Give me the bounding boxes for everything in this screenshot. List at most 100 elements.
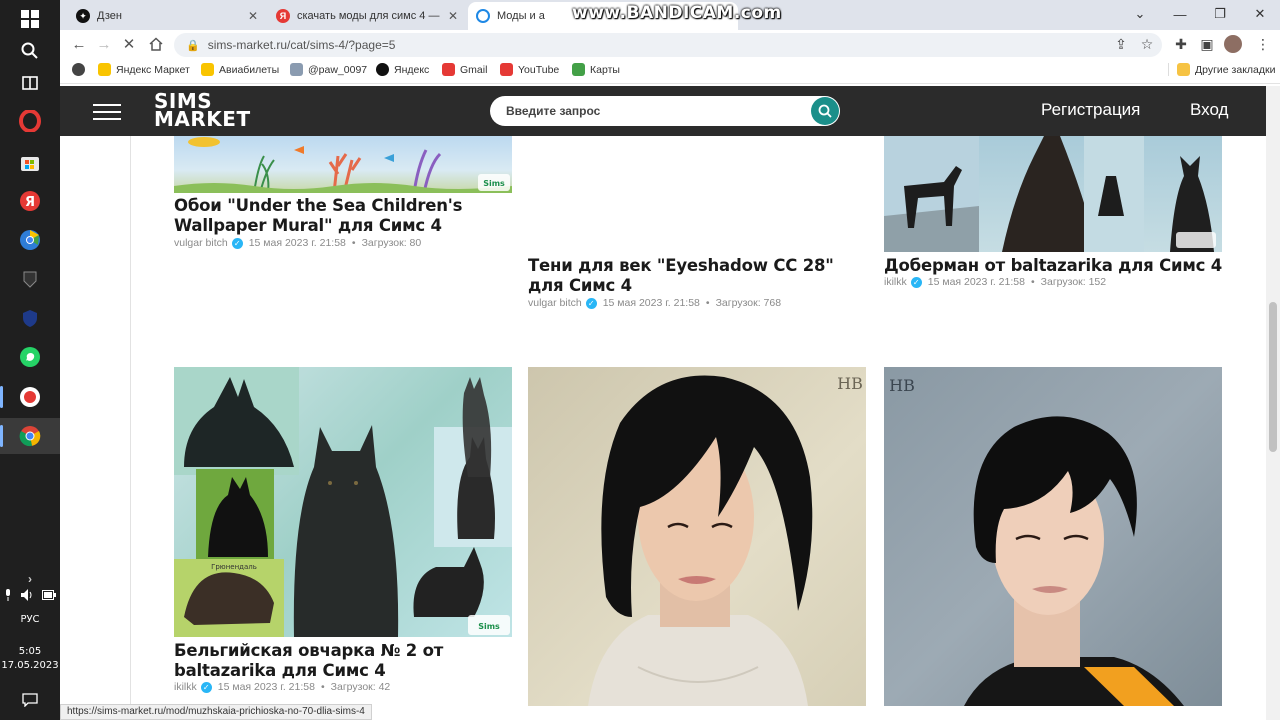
back-icon[interactable]: ← (68, 34, 90, 54)
bookmark-yandex-market[interactable]: Яндекс Маркет (98, 63, 190, 76)
store-icon[interactable] (16, 148, 44, 176)
globe-icon (72, 63, 85, 76)
whatsapp-icon[interactable] (16, 343, 44, 371)
bandicam-watermark: www.BANDICAM.com (572, 3, 782, 23)
chromium-icon[interactable] (16, 226, 44, 254)
record-icon[interactable] (16, 383, 44, 411)
gmail-icon (442, 63, 455, 76)
card-title-eyeshadow[interactable]: Тени для век "Eyeshadow CC 28" для Симс … (528, 256, 868, 296)
card-meta-doberman: ikilkk ✓ 15 мая 2023 г. 21:58 • Загрузок… (884, 276, 1107, 288)
sims-market-logo[interactable]: SIMS MARKET (154, 91, 251, 129)
hamburger-menu-icon[interactable] (93, 99, 121, 123)
author-link[interactable]: vulgar bitch (174, 237, 228, 249)
card-meta-under-the-sea: vulgar bitch ✓ 15 мая 2023 г. 21:58 • За… (174, 237, 422, 249)
stop-loading-icon[interactable]: ✕ (118, 34, 140, 54)
clock-time[interactable]: 5:05 (0, 646, 60, 657)
windows-taskbar: Я › РУС 5:05 17.05.2023 (0, 0, 60, 720)
extensions-icon[interactable]: ✚ (1170, 34, 1192, 54)
close-tab-icon[interactable]: ✕ (248, 9, 258, 23)
hb-watermark: HB (889, 376, 915, 395)
bookmark-other[interactable]: Другие закладки (1168, 63, 1275, 76)
clock-date[interactable]: 17.05.2023 (0, 660, 60, 671)
card-downloads: Загрузок: 80 (361, 237, 422, 249)
bookmark-yandex[interactable]: Яндекс (376, 63, 429, 76)
tab-title: Дзен (97, 10, 122, 22)
card-date: 15 мая 2023 г. 21:58 (217, 681, 315, 693)
youtube-icon (500, 63, 513, 76)
folder-icon (1177, 63, 1190, 76)
microphone-icon[interactable] (4, 589, 12, 601)
scrollbar-thumb[interactable] (1269, 302, 1277, 452)
tab-title: скачать моды для симс 4 — Янд (297, 10, 442, 22)
game-icon[interactable] (16, 265, 44, 293)
card-image-hairstyle-male[interactable]: HB (884, 367, 1222, 706)
maximize-icon[interactable]: ❐ (1200, 0, 1240, 28)
side-panel-icon[interactable]: ▣ (1196, 34, 1218, 54)
svg-text:Sims: Sims (483, 179, 505, 188)
close-window-icon[interactable]: ✕ (1240, 0, 1280, 28)
system-tray (4, 588, 56, 602)
chrome-icon[interactable] (16, 422, 44, 450)
home-icon[interactable] (145, 34, 167, 54)
active-app-indicator (0, 425, 3, 447)
catalog-grid: Sims Обои "Under the Sea Children's Wall… (60, 136, 1266, 706)
card-title-doberman[interactable]: Доберман от baltazarika для Симс 4 (884, 256, 1229, 276)
page-scrollbar[interactable] (1266, 86, 1280, 720)
card-image-hairstyle-female[interactable]: HB (528, 367, 866, 706)
tab-dzen[interactable]: ✦ Дзен ✕ (68, 2, 266, 30)
chrome-window: ✦ Дзен ✕ Я скачать моды для симс 4 — Янд… (60, 0, 1280, 720)
browser-toolbar: ← → ✕ 🔒 sims-market.ru/cat/sims-4/?page=… (60, 30, 1280, 58)
author-link[interactable]: vulgar bitch (528, 297, 582, 309)
tab-search-chevron-icon[interactable]: ⌄ (1120, 0, 1160, 28)
site-header: SIMS MARKET Регистрация Вход (60, 86, 1266, 136)
dog-photo-caption: Грюнендаль (211, 563, 257, 571)
address-url[interactable]: sims-market.ru/cat/sims-4/?page=5 (208, 38, 396, 52)
card-title-belgian-shepherd[interactable]: Бельгийская овчарка № 2 от baltazarika д… (174, 641, 504, 681)
card-date: 15 мая 2023 г. 21:58 (248, 237, 346, 249)
close-tab-icon[interactable]: ✕ (448, 9, 458, 23)
minimize-icon[interactable]: — (1160, 0, 1200, 28)
yandex-browser-icon[interactable]: Я (16, 187, 44, 215)
bookmark-maps[interactable]: Карты (572, 63, 620, 76)
task-view-icon[interactable] (16, 69, 44, 97)
bookmark-paw[interactable]: @paw_0097 (290, 63, 367, 76)
yandex-icon (376, 63, 389, 76)
profile-avatar[interactable] (1222, 34, 1244, 54)
opera-icon[interactable] (16, 107, 44, 135)
windows-start-icon[interactable] (16, 5, 44, 33)
bookmark-star-icon[interactable]: ☆ (1136, 34, 1158, 54)
card-image-doberman[interactable] (884, 136, 1222, 252)
battery-icon[interactable] (42, 590, 56, 600)
author-link[interactable]: ikilkk (884, 276, 907, 288)
search-icon[interactable] (16, 37, 44, 65)
volume-icon[interactable] (20, 589, 34, 601)
forward-icon[interactable]: → (93, 34, 115, 54)
tab-yandex-search[interactable]: Я скачать моды для симс 4 — Янд ✕ (268, 2, 466, 30)
status-bar-url: https://sims-market.ru/mod/muzhskaia-pri… (60, 704, 372, 720)
shield-icon[interactable] (16, 304, 44, 332)
address-bar[interactable]: 🔒 sims-market.ru/cat/sims-4/?page=5 (174, 33, 1162, 57)
bookmark-apps[interactable] (72, 63, 90, 76)
yandex-market-icon (98, 63, 111, 76)
menu-kebab-icon[interactable]: ⋮ (1252, 34, 1274, 54)
notification-icon[interactable] (16, 686, 44, 714)
lock-icon[interactable]: 🔒 (186, 39, 200, 52)
plane-icon (201, 63, 214, 76)
card-image-belgian-shepherd[interactable]: Грюнендаль Sims (174, 367, 512, 637)
search-button[interactable] (811, 97, 839, 125)
bookmark-aviabilety[interactable]: Авиабилеты (201, 63, 279, 76)
search-input[interactable] (490, 96, 800, 126)
author-link[interactable]: ikilkk (174, 681, 197, 693)
register-link[interactable]: Регистрация (1041, 100, 1140, 120)
bookmark-youtube[interactable]: YouTube (500, 63, 559, 76)
language-indicator[interactable]: РУС (0, 614, 60, 625)
bookmark-gmail[interactable]: Gmail (442, 63, 487, 76)
search-icon (818, 104, 832, 118)
card-title-under-the-sea[interactable]: Обои "Under the Sea Children's Wallpaper… (174, 196, 519, 236)
bookmarks-bar: Яндекс Маркет Авиабилеты @paw_0097 Яндек… (60, 58, 1280, 84)
card-date: 15 мая 2023 г. 21:58 (927, 276, 1025, 288)
verified-icon: ✓ (200, 681, 212, 693)
card-image-under-the-sea[interactable]: Sims (174, 136, 512, 193)
share-icon[interactable]: ⇪ (1110, 34, 1132, 54)
login-link[interactable]: Вход (1190, 100, 1228, 120)
